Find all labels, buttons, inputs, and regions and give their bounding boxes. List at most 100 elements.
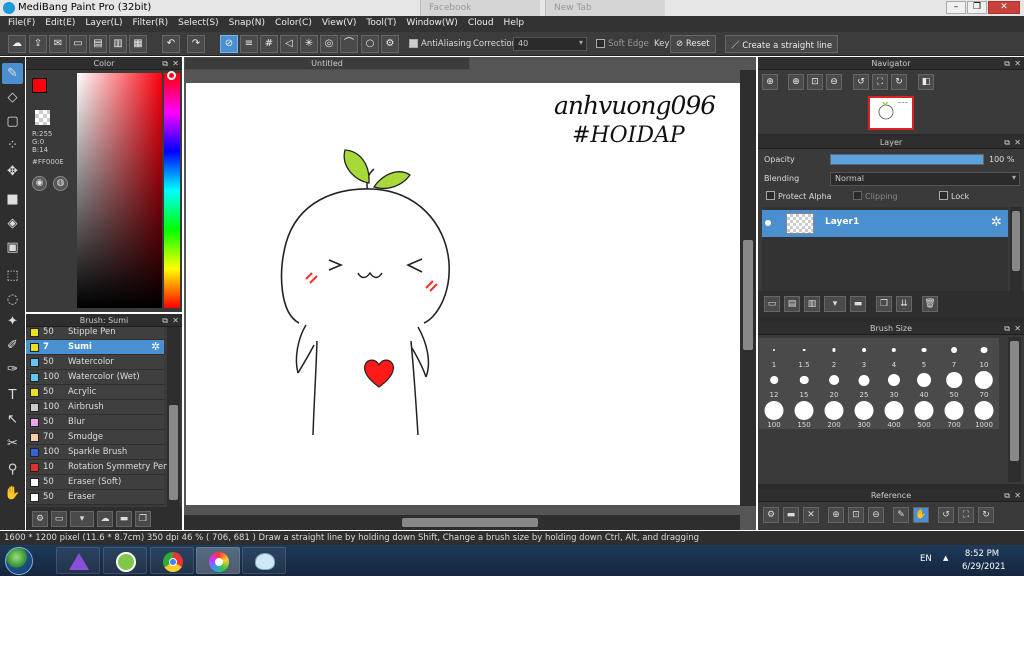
menu-help[interactable]: Help	[499, 16, 530, 32]
minimize-button[interactable]: –	[946, 1, 966, 14]
duplicate-brush-icon[interactable]: ❐	[135, 511, 151, 527]
menu-layer[interactable]: Layer(L)	[80, 16, 127, 32]
menu-snap[interactable]: Snap(N)	[224, 16, 270, 32]
primary-color-swatch[interactable]	[32, 78, 47, 93]
rotate-right-icon[interactable]: ↻	[891, 74, 907, 90]
hue-slider[interactable]	[164, 73, 180, 308]
brush-item[interactable]: 70 Smudge	[26, 430, 164, 445]
new-layer-icon[interactable]: ▭	[764, 296, 780, 312]
scrollbar-thumb[interactable]	[169, 405, 178, 500]
menu-cloud[interactable]: Cloud	[463, 16, 499, 32]
snap-circle-icon[interactable]: ◎	[320, 35, 338, 53]
move-tool-icon[interactable]: ✥	[2, 161, 23, 182]
hue-handle[interactable]	[167, 71, 176, 80]
drawing-canvas[interactable]: anhvuong096 #HOIDAP	[186, 83, 740, 505]
select-pen-tool-icon[interactable]: ✐	[2, 335, 23, 356]
zoom-in-icon[interactable]: ⊕	[788, 74, 804, 90]
snap-radial-icon[interactable]: ✳	[300, 35, 318, 53]
brush-size-option[interactable]: 10	[969, 338, 999, 369]
zoom-in-icon[interactable]: ⊕	[762, 74, 778, 90]
brush-size-option[interactable]: 4	[879, 338, 909, 369]
brush-size-option[interactable]: 70	[969, 368, 999, 399]
brush-size-option[interactable]: 100	[759, 398, 789, 429]
undock-icon[interactable]: ⧉	[162, 314, 168, 327]
menu-view[interactable]: View(V)	[317, 16, 362, 32]
canvas-horizontal-scrollbar[interactable]	[184, 515, 740, 530]
brush-folder-icon[interactable]: ▬	[116, 511, 132, 527]
antialiasing-checkbox[interactable]	[409, 39, 418, 48]
brush-item[interactable]: 50 Eraser	[26, 490, 164, 505]
brush-size-option[interactable]: 15	[789, 368, 819, 399]
color-settings-icon[interactable]: ◍	[53, 176, 68, 191]
duplicate-layer-icon[interactable]: ❐	[876, 296, 892, 312]
menu-window[interactable]: Window(W)	[401, 16, 462, 32]
new-brush-icon[interactable]: ▭	[51, 511, 67, 527]
layer-scrollbar[interactable]	[1010, 207, 1022, 291]
fill-shape-tool-icon[interactable]: ■	[2, 189, 23, 210]
reference-settings-icon[interactable]: ⚙	[763, 507, 779, 523]
brush-size-option[interactable]: 500	[909, 398, 939, 429]
text-tool-icon[interactable]: T	[2, 385, 23, 406]
reference-eyedropper-icon[interactable]: ✎	[893, 507, 909, 523]
bucket-tool-icon[interactable]: ◈	[2, 213, 23, 234]
taskbar-medibang[interactable]	[196, 547, 240, 574]
browser-tab-behind-2[interactable]: New Tab	[545, 0, 665, 16]
brush-size-option[interactable]: 1000	[969, 398, 999, 429]
zoom-out-icon[interactable]: ⊖	[826, 74, 842, 90]
taskbar-paint[interactable]	[242, 547, 286, 574]
layer-settings-icon[interactable]: ✲	[991, 215, 1002, 230]
brush-size-option[interactable]: 150	[789, 398, 819, 429]
correction-dropdown[interactable]: 40	[513, 37, 587, 51]
save-icon[interactable]: ▤	[89, 35, 107, 53]
gradient-tool-icon[interactable]: ▣	[2, 237, 23, 258]
add-brush-icon[interactable]: ▾	[70, 511, 94, 527]
reset-button[interactable]: ⊘ Reset	[670, 35, 716, 53]
layer-folder-icon[interactable]: ▬	[850, 296, 866, 312]
language-indicator[interactable]: EN	[920, 554, 932, 564]
divide-tool-icon[interactable]: ✂	[2, 433, 23, 454]
reference-fit-window-icon[interactable]: ⛶	[958, 507, 974, 523]
tray-expand-icon[interactable]: ▲	[943, 554, 948, 562]
opacity-slider[interactable]	[830, 154, 984, 165]
snap-off-icon[interactable]: ⊘	[220, 35, 238, 53]
close-icon[interactable]: ✕	[1014, 136, 1021, 149]
layers-icon[interactable]: ▥	[109, 35, 127, 53]
visibility-icon[interactable]	[765, 220, 771, 226]
brush-item[interactable]: 100 Watercolor (Wet)	[26, 370, 164, 385]
scrollbar-thumb[interactable]	[1012, 211, 1020, 271]
close-icon[interactable]: ✕	[172, 314, 179, 327]
brush-item[interactable]: 7 Sumi ✲	[26, 340, 164, 355]
brush-size-option[interactable]: 50	[939, 368, 969, 399]
reference-zoom-in-icon[interactable]: ⊕	[828, 507, 844, 523]
brush-item[interactable]: 10 Rotation Symmetry Pen	[26, 460, 168, 475]
undock-icon[interactable]: ⧉	[1004, 57, 1010, 70]
select-rect-tool-icon[interactable]: ▢	[2, 111, 23, 132]
snap-ellipse-icon[interactable]: ○	[361, 35, 379, 53]
snap-curve-icon[interactable]: ⌒	[340, 35, 358, 53]
brush-size-option[interactable]: 7	[939, 338, 969, 369]
undo-icon[interactable]: ↶	[162, 35, 180, 53]
horizontal-scrollbar-thumb[interactable]	[402, 518, 538, 527]
brush-size-option[interactable]: 400	[879, 398, 909, 429]
canvas-tab[interactable]: Untitled	[184, 57, 470, 70]
brush-size-option[interactable]: 12	[759, 368, 789, 399]
canvas-vertical-scrollbar[interactable]	[740, 70, 756, 506]
brush-size-option[interactable]: 1.5	[789, 338, 819, 369]
undock-icon[interactable]: ⧉	[1004, 322, 1010, 335]
reference-open-icon[interactable]: ▬	[783, 507, 799, 523]
taskbar-coccoc[interactable]	[103, 547, 147, 574]
undock-icon[interactable]: ⧉	[162, 57, 168, 70]
start-button[interactable]	[5, 547, 33, 575]
delete-layer-icon[interactable]: 🗑	[922, 296, 938, 312]
brush-item[interactable]: 50 Watercolor	[26, 355, 164, 370]
close-icon[interactable]: ✕	[1014, 489, 1021, 502]
brush-size-option[interactable]: 40	[909, 368, 939, 399]
soft-edge-checkbox[interactable]	[596, 39, 605, 48]
snap-settings-icon[interactable]: ⚙	[381, 35, 399, 53]
rotate-left-icon[interactable]: ↺	[853, 74, 869, 90]
clipping-checkbox[interactable]	[853, 191, 862, 200]
select-eraser-tool-icon[interactable]: ✑	[2, 359, 23, 380]
snap-perspective-icon[interactable]: ◁	[280, 35, 298, 53]
brush-cloud-icon[interactable]: ☁	[97, 511, 113, 527]
clock-date[interactable]: 6/29/2021	[962, 562, 1006, 572]
